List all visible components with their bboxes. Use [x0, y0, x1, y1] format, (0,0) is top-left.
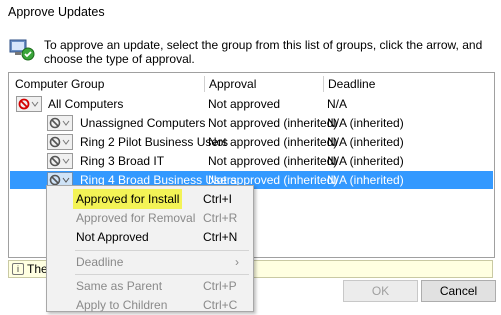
menu-item-shortcut: Ctrl+I — [203, 192, 233, 206]
deadline-value: N/A (inherited) — [327, 154, 404, 168]
approval-status: Not approved — [208, 97, 281, 111]
group-name: Unassigned Computers — [80, 116, 206, 130]
cancel-button[interactable]: Cancel — [421, 280, 496, 302]
menu-item-shortcut: Ctrl+N — [203, 230, 238, 244]
column-header-deadline[interactable]: Deadline — [328, 75, 375, 93]
group-row-ring-3-broad-it[interactable]: Ring 3 Broad IT Not approved (inherited)… — [10, 152, 493, 170]
menu-item-apply-to-children[interactable]: Apply to Children Ctrl+C — [47, 295, 251, 315]
not-approved-inherited-icon[interactable] — [47, 115, 73, 131]
menu-item-label: Approved for Install — [73, 189, 183, 209]
menu-item-label: Same as Parent — [76, 279, 163, 293]
menu-item-not-approved[interactable]: Not Approved Ctrl+N — [47, 227, 251, 247]
deadline-value: N/A (inherited) — [327, 135, 404, 149]
deadline-value: N/A — [327, 97, 348, 111]
deadline-value: N/A (inherited) — [327, 116, 404, 130]
menu-separator — [75, 274, 249, 275]
group-row-ring-2-pilot[interactable]: Ring 2 Pilot Business Users Not approved… — [10, 133, 493, 151]
not-approved-icon[interactable] — [16, 96, 42, 112]
group-name: Ring 3 Broad IT — [80, 154, 165, 168]
menu-item-same-as-parent[interactable]: Same as Parent Ctrl+P — [47, 276, 251, 296]
submenu-arrow-icon: › — [235, 255, 239, 269]
menu-item-label: Approved for Removal — [76, 211, 196, 225]
approval-status: Not approved (inherited) — [208, 154, 338, 168]
menu-item-approved-for-removal[interactable]: Approved for Removal Ctrl+R — [47, 208, 251, 228]
group-name: Ring 2 Pilot Business Users — [80, 135, 229, 149]
group-name: All Computers — [48, 97, 124, 111]
column-header-approval[interactable]: Approval — [209, 75, 256, 93]
menu-item-approved-for-install[interactable]: Approved for Install Ctrl+I — [47, 189, 251, 209]
approval-status: Not approved (inherited) — [208, 116, 338, 130]
approve-updates-icon — [8, 34, 36, 62]
menu-item-deadline[interactable]: Deadline › — [47, 252, 251, 272]
not-approved-inherited-icon[interactable] — [47, 134, 73, 150]
approval-context-menu: Approved for Install Ctrl+I Approved for… — [46, 185, 254, 312]
column-header-computer-group[interactable]: Computer Group — [15, 75, 104, 93]
ok-button[interactable]: OK — [343, 280, 418, 302]
dialog-title: Approve Updates — [8, 5, 105, 19]
menu-item-shortcut: Ctrl+C — [203, 298, 238, 312]
deadline-value: N/A (inherited) — [327, 173, 404, 187]
approval-status: Not approved (inherited) — [208, 135, 338, 149]
menu-item-label: Not Approved — [76, 230, 149, 244]
info-text: The — [27, 262, 48, 276]
menu-item-shortcut: Ctrl+R — [203, 211, 238, 225]
menu-separator — [75, 250, 249, 251]
menu-item-label: Apply to Children — [76, 298, 168, 312]
column-separator[interactable] — [323, 76, 324, 92]
group-row-all-computers[interactable]: All Computers Not approved N/A — [10, 95, 493, 113]
not-approved-inherited-icon[interactable] — [47, 153, 73, 169]
group-row-unassigned-computers[interactable]: Unassigned Computers Not approved (inher… — [10, 114, 493, 132]
instructions-text: To approve an update, select the group f… — [44, 38, 483, 66]
column-separator[interactable] — [204, 76, 205, 92]
menu-item-label: Deadline — [76, 255, 124, 269]
approve-updates-dialog: Approve Updates To approve an update, se… — [0, 0, 501, 312]
info-icon: i — [12, 263, 24, 275]
menu-item-shortcut: Ctrl+P — [203, 279, 237, 293]
